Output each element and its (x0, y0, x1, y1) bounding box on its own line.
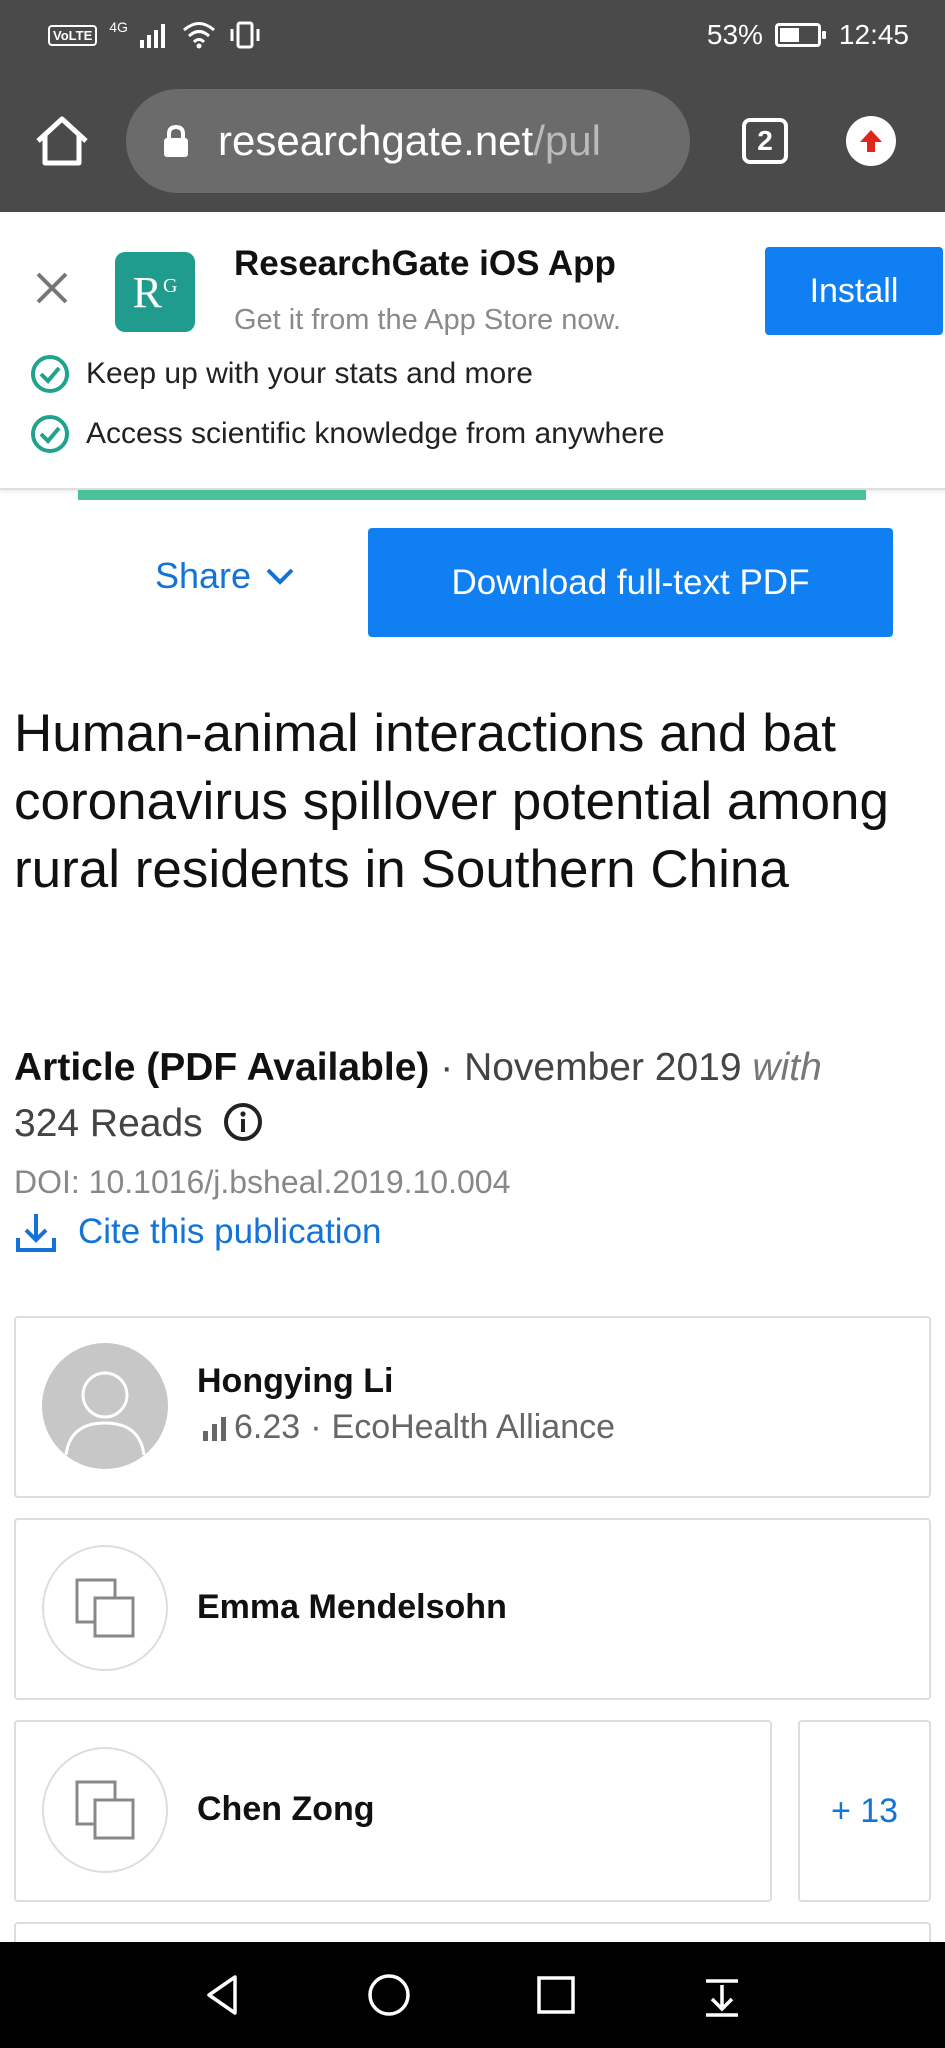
address-bar[interactable]: researchgate.net/pul (126, 89, 690, 193)
browser-toolbar: researchgate.net/pul 2 (0, 70, 945, 212)
chevron-down-icon (266, 568, 294, 585)
system-nav-bar (0, 1942, 945, 2048)
score-bars-icon (203, 1416, 226, 1441)
perk-item: Keep up with your stats and more (30, 354, 533, 394)
publication-meta: Article (PDF Available) · November 2019 … (14, 1040, 914, 1152)
meta-separator: · (310, 1408, 322, 1446)
author-score: 6.23 (234, 1408, 301, 1446)
network-gen-label: 4G (109, 19, 128, 35)
download-icon (16, 1214, 56, 1252)
person-silhouette-icon (64, 1371, 146, 1456)
lock-icon (164, 124, 188, 157)
author-name[interactable]: Emma Mendelsohn (197, 1588, 507, 1627)
doi-text: DOI: 10.1016/j.bsheal.2019.10.004 (14, 1164, 511, 1200)
perk-text: Access scientific knowledge from anywher… (86, 417, 665, 450)
with-label: with (752, 1046, 822, 1089)
avatar (42, 1343, 168, 1469)
battery-percent: 53% (706, 19, 763, 50)
wifi-icon (182, 22, 215, 49)
app-banner-subtitle: Get it from the App Store now. (234, 304, 621, 336)
volte-badge: VoLTE (48, 24, 98, 46)
install-button[interactable]: Install (765, 247, 943, 335)
cite-label: Cite this publication (78, 1212, 382, 1251)
author-name[interactable]: Chen Zong (197, 1790, 375, 1829)
notification-drawer-icon[interactable] (698, 1971, 746, 2019)
accent-strip (78, 490, 866, 500)
placeholder-avatar-icon (75, 1780, 135, 1840)
status-bar: VoLTE 4G 53% 12:45 (0, 0, 945, 70)
status-left: VoLTE 4G (48, 19, 262, 49)
more-authors-button[interactable]: + 13 (798, 1720, 931, 1902)
url-text: researchgate.net/pul (218, 117, 601, 165)
signal-icon (139, 24, 165, 48)
check-circle-icon (31, 355, 69, 393)
share-button[interactable]: Share (155, 555, 295, 597)
clock: 12:45 (838, 19, 909, 50)
check-circle-icon (31, 415, 69, 453)
status-right: 53% 12:45 (707, 19, 909, 51)
battery-icon (774, 23, 826, 47)
url-path: /pul (533, 117, 601, 164)
logo-letter: R (132, 267, 162, 317)
avatar (42, 1747, 168, 1873)
publication-date: November 2019 (464, 1046, 742, 1089)
author-name[interactable]: Hongying Li (197, 1362, 393, 1401)
meta-separator: · (429, 1046, 465, 1089)
avatar (42, 1545, 168, 1671)
placeholder-avatar-icon (75, 1578, 135, 1638)
perk-item: Access scientific knowledge from anywher… (30, 414, 665, 454)
app-banner-title: ResearchGate iOS App (234, 244, 616, 283)
url-host: researchgate.net (218, 117, 534, 164)
reads-count: 324 Reads (14, 1102, 203, 1145)
home-button[interactable] (26, 105, 98, 177)
share-label: Share (155, 555, 252, 596)
close-icon[interactable] (30, 266, 74, 310)
home-circle-icon[interactable] (365, 1971, 413, 2019)
researchgate-logo: RG (115, 252, 195, 332)
home-icon (36, 116, 88, 166)
recents-icon[interactable] (532, 1971, 580, 2019)
logo-sup: G (162, 274, 178, 297)
cite-publication-link[interactable]: Cite this publication (14, 1210, 382, 1254)
publication-title: Human-animal interactions and bat corona… (14, 704, 889, 899)
info-icon[interactable] (223, 1102, 263, 1142)
author-institution: EcoHealth Alliance (331, 1408, 616, 1446)
back-icon[interactable] (199, 1971, 247, 2019)
author-meta: 6.23 · EcoHealth Alliance (202, 1408, 615, 1447)
upload-arrow-icon (860, 130, 882, 152)
tab-switcher-button[interactable]: 2 (742, 118, 788, 164)
battery-fill (779, 28, 799, 42)
update-button[interactable] (846, 116, 896, 166)
download-pdf-button[interactable]: Download full-text PDF (368, 528, 893, 637)
publication-type: Article (PDF Available) (14, 1046, 430, 1089)
vibrate-icon (230, 21, 260, 49)
perk-text: Keep up with your stats and more (86, 357, 533, 390)
